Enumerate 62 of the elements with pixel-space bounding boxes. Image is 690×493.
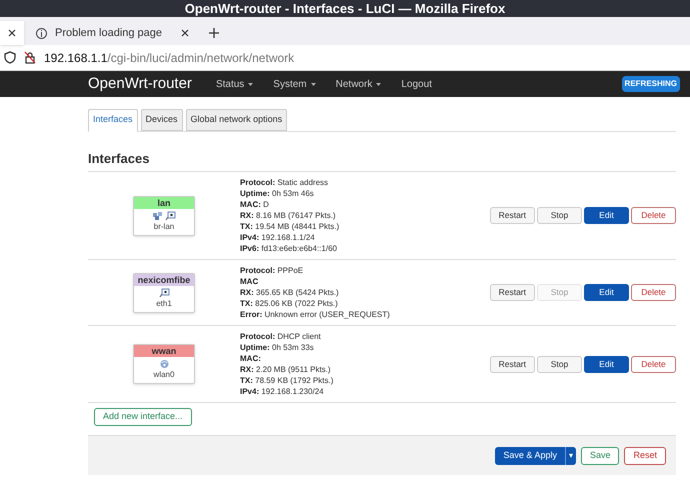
section-heading: Interfaces: [88, 150, 150, 168]
reset-button[interactable]: Reset: [624, 446, 666, 464]
save-button[interactable]: Save: [580, 446, 620, 464]
brand-link[interactable]: OpenWrt-router: [88, 72, 192, 96]
lock-icon: [24, 51, 36, 64]
action-button[interactable]: Delete: [631, 356, 676, 372]
detail-line: Uptime: 0h 53m 33s: [240, 342, 315, 353]
detail-line: Error: Unknown error (USER_REQUEST): [240, 309, 391, 320]
action-button[interactable]: Delete: [631, 284, 676, 301]
detail-line: IPv4: 192.168.1.1/24: [240, 232, 316, 243]
action-button[interactable]: Restart: [490, 356, 535, 372]
detail-line: RX: 365.65 KB (5424 Pkts.): [240, 287, 340, 298]
network-port-icon: [165, 210, 176, 220]
network-port-icon: [158, 288, 170, 298]
action-button[interactable]: Delete: [631, 207, 676, 224]
dropdown-toggle[interactable]: ▾: [564, 446, 576, 464]
window-title: OpenWrt-router - Interfaces - LuCI — Mozilla Firefox: [184, 0, 506, 18]
detail-line: MAC: [240, 276, 260, 287]
action-button[interactable]: Edit: [584, 356, 629, 372]
nav-menu-item[interactable]: System: [273, 76, 316, 92]
close-icon[interactable]: [181, 29, 189, 37]
tab[interactable]: Interfaces: [88, 109, 138, 132]
action-button[interactable]: Edit: [584, 284, 629, 301]
tab[interactable]: Devices: [140, 109, 183, 130]
detail-line: RX: 8.16 MB (76147 Pkts.): [240, 210, 337, 221]
save-apply-button[interactable]: Save & Apply: [495, 446, 565, 464]
detail-line: MAC:: [240, 353, 262, 364]
action-button[interactable]: Edit: [584, 207, 629, 224]
shield-icon: [4, 51, 16, 64]
action-button[interactable]: Stop: [537, 207, 582, 224]
detail-line: Uptime: 0h 53m 46s: [240, 188, 315, 199]
interface-badge[interactable]: lan br-lan: [133, 196, 195, 236]
detail-line: Protocol: DHCP client: [240, 331, 322, 342]
action-button[interactable]: Restart: [490, 207, 535, 224]
device-name: br-lan: [152, 220, 176, 232]
add-interface-button[interactable]: Add new interface...: [94, 408, 192, 426]
device-name: wlan0: [152, 369, 176, 381]
nav-menu-item[interactable]: Network: [336, 76, 382, 92]
interface-badge[interactable]: nexicomfibe eth1: [133, 272, 195, 312]
interface-badge[interactable]: wwan wlan0: [133, 344, 195, 384]
tab[interactable]: Global network options: [186, 109, 288, 130]
device-name: eth1: [155, 298, 173, 310]
detail-line: IPv4: 192.168.1.230/24: [240, 386, 325, 397]
status-badge: REFRESHING: [622, 76, 680, 92]
detail-line: TX: 825.06 KB (7022 Pkts.): [240, 298, 339, 309]
close-icon[interactable]: [8, 29, 16, 37]
bridge-icon: [152, 210, 163, 220]
detail-line: MAC: D: [240, 199, 270, 210]
info-icon: [36, 28, 47, 38]
detail-line: Protocol: PPPoE: [240, 265, 304, 276]
detail-line: RX: 2.20 MB (9511 Pkts.): [240, 364, 332, 375]
wireless-icon: [158, 359, 170, 369]
detail-line: TX: 78.59 KB (1792 Pkts.): [240, 375, 334, 386]
detail-line: IPv6: fd13:e6eb:e6b4::1/60: [240, 243, 338, 254]
action-button[interactable]: Restart: [490, 284, 535, 301]
nav-menu-item[interactable]: Logout: [401, 76, 432, 92]
detail-line: TX: 19.54 MB (48441 Pkts.): [240, 221, 340, 232]
browser-tab[interactable]: [0, 21, 24, 45]
nav-menu-item[interactable]: Status: [216, 76, 254, 92]
address-field[interactable]: 192.168.1.1/cgi-bin/luci/admin/network/network: [44, 48, 294, 66]
detail-line: Protocol: Static address: [240, 177, 330, 188]
action-button[interactable]: Stop: [537, 356, 582, 372]
